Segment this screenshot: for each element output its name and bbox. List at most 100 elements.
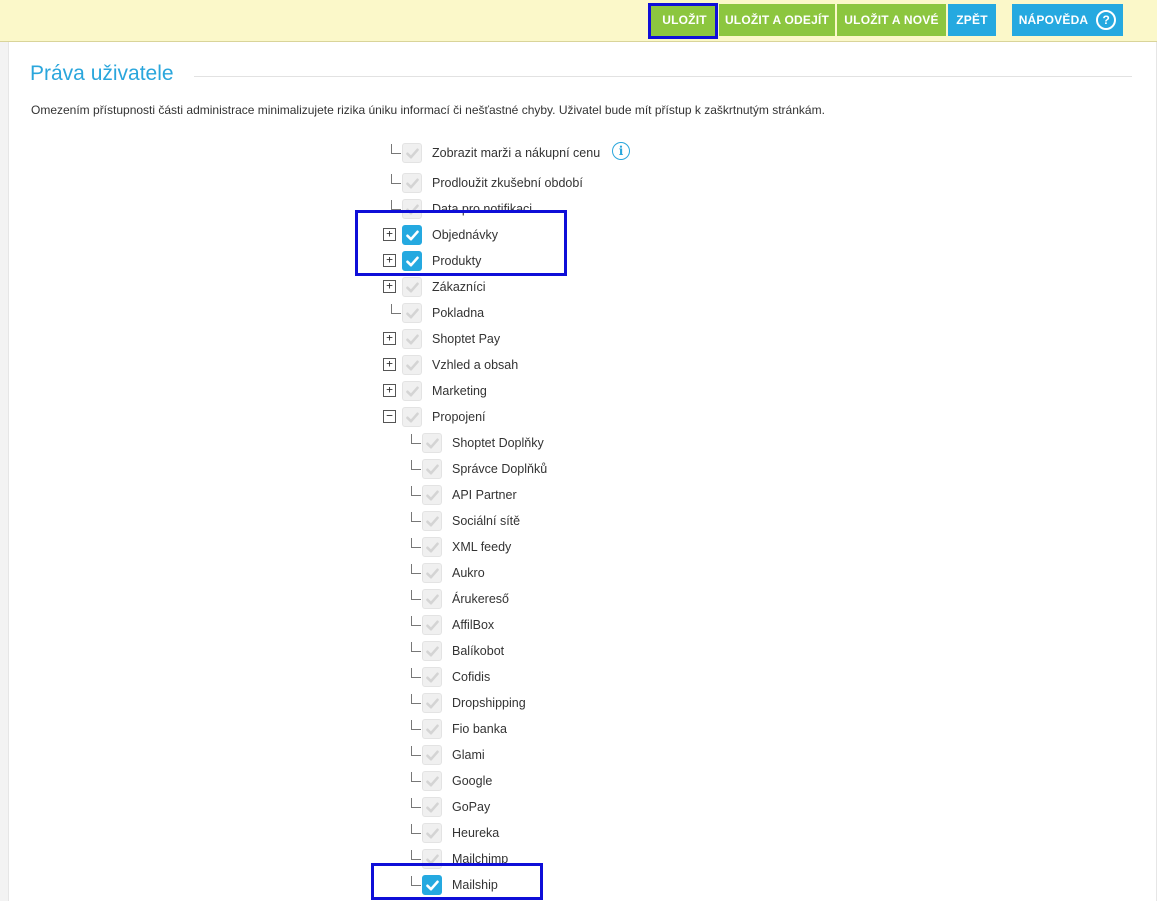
permission-label: Objednávky: [432, 228, 499, 242]
expand-icon[interactable]: +: [383, 384, 396, 397]
save-button[interactable]: ULOŽIT: [651, 4, 718, 36]
permission-label: Správce Doplňků: [452, 462, 548, 476]
tree-item: + Produkty: [0, 251, 1157, 273]
permission-label: Propojení: [432, 410, 486, 424]
permission-label: Sociální sítě: [452, 514, 521, 528]
permission-checkbox[interactable]: [402, 329, 422, 349]
check-icon: [426, 490, 439, 501]
tree-connector: [411, 746, 421, 756]
permission-label: Data pro notifikaci: [432, 202, 533, 216]
permission-checkbox[interactable]: [422, 719, 442, 739]
permission-checkbox[interactable]: [422, 849, 442, 869]
permission-checkbox[interactable]: [422, 433, 442, 453]
permission-checkbox[interactable]: [422, 771, 442, 791]
tree-connector: [391, 144, 401, 154]
permission-label: Shoptet Pay: [432, 332, 501, 346]
permission-checkbox[interactable]: [402, 143, 422, 163]
tree-item: Árukereső: [0, 589, 1157, 611]
permission-checkbox[interactable]: [422, 693, 442, 713]
expand-icon[interactable]: +: [383, 332, 396, 345]
expand-icon[interactable]: +: [383, 228, 396, 241]
permission-checkbox[interactable]: [402, 251, 422, 271]
check-icon: [406, 256, 419, 267]
tree-item: + Zákazníci: [0, 277, 1157, 299]
permission-checkbox[interactable]: [402, 199, 422, 219]
permission-label: Cofidis: [452, 670, 491, 684]
tree-item: Dropshipping: [0, 693, 1157, 715]
check-icon: [426, 828, 439, 839]
permission-label: Aukro: [452, 566, 485, 580]
permission-checkbox[interactable]: [422, 823, 442, 843]
permission-checkbox[interactable]: [422, 641, 442, 661]
check-icon: [426, 646, 439, 657]
permission-label: Mailchimp: [452, 852, 509, 866]
tree-item: + Marketing: [0, 381, 1157, 403]
permission-checkbox[interactable]: [422, 511, 442, 531]
tree-item: Pokladna: [0, 303, 1157, 325]
question-circle-icon: ?: [1096, 9, 1117, 30]
check-icon: [426, 672, 439, 683]
top-toolbar: ULOŽIT ULOŽIT A ODEJÍT ULOŽIT A NOVÉ ZPĚ…: [0, 0, 1157, 42]
permission-checkbox[interactable]: [422, 615, 442, 635]
permission-label: Prodloužit zkušební období: [432, 176, 583, 190]
save-and-new-button[interactable]: ULOŽIT A NOVÉ: [837, 4, 946, 36]
check-icon: [406, 282, 419, 293]
permission-checkbox[interactable]: [422, 667, 442, 687]
permission-checkbox[interactable]: [402, 225, 422, 245]
tree-item: Mailchimp: [0, 849, 1157, 871]
permission-checkbox[interactable]: [402, 355, 422, 375]
tree-item: Heureka: [0, 823, 1157, 845]
tree-item: GoPay: [0, 797, 1157, 819]
help-button-label: NÁPOVĚDA: [1018, 13, 1089, 27]
check-icon: [406, 230, 419, 241]
tree-connector: [411, 642, 421, 652]
permission-label: Zobrazit marži a nákupní cenu: [432, 146, 601, 160]
check-icon: [406, 204, 419, 215]
tree-connector: [411, 564, 421, 574]
expand-icon[interactable]: +: [383, 358, 396, 371]
tree-item: + Vzhled a obsah: [0, 355, 1157, 377]
back-button[interactable]: ZPĚT: [948, 4, 996, 36]
expand-icon[interactable]: +: [383, 280, 396, 293]
check-icon: [426, 542, 439, 553]
permission-checkbox[interactable]: [402, 381, 422, 401]
permission-checkbox[interactable]: [422, 563, 442, 583]
tree-item: Prodloužit zkušební období: [0, 173, 1157, 195]
save-and-exit-button[interactable]: ULOŽIT A ODEJÍT: [719, 4, 835, 36]
permission-checkbox[interactable]: [422, 485, 442, 505]
tree-connector: [411, 460, 421, 470]
check-icon: [426, 438, 439, 449]
permission-label: Fio banka: [452, 722, 507, 736]
tree-item: Zobrazit marži a nákupní cenu i: [0, 142, 1157, 165]
info-icon[interactable]: i: [612, 142, 630, 160]
permission-checkbox[interactable]: [422, 459, 442, 479]
permission-label: API Partner: [452, 488, 517, 502]
check-icon: [406, 148, 419, 159]
tree-item: Google: [0, 771, 1157, 793]
expand-icon[interactable]: +: [383, 254, 396, 267]
check-icon: [406, 308, 419, 319]
collapse-icon[interactable]: −: [383, 410, 396, 423]
check-icon: [426, 776, 439, 787]
permission-checkbox[interactable]: [422, 537, 442, 557]
permission-checkbox[interactable]: [422, 745, 442, 765]
permission-checkbox[interactable]: [402, 277, 422, 297]
permission-checkbox[interactable]: [422, 589, 442, 609]
tree-connector: [411, 772, 421, 782]
tree-connector: [411, 512, 421, 522]
check-icon: [426, 880, 439, 891]
tree-item: Mailship: [0, 875, 1157, 897]
check-icon: [426, 594, 439, 605]
check-icon: [406, 412, 419, 423]
permission-label: Produkty: [432, 254, 482, 268]
permission-checkbox[interactable]: [402, 407, 422, 427]
check-icon: [426, 620, 439, 631]
permission-checkbox[interactable]: [402, 173, 422, 193]
tree-item: AffilBox: [0, 615, 1157, 637]
tree-connector: [411, 876, 421, 886]
help-button[interactable]: NÁPOVĚDA?: [1012, 4, 1123, 36]
tree-item: Glami: [0, 745, 1157, 767]
permission-checkbox[interactable]: [422, 875, 442, 895]
permission-checkbox[interactable]: [422, 797, 442, 817]
permission-checkbox[interactable]: [402, 303, 422, 323]
